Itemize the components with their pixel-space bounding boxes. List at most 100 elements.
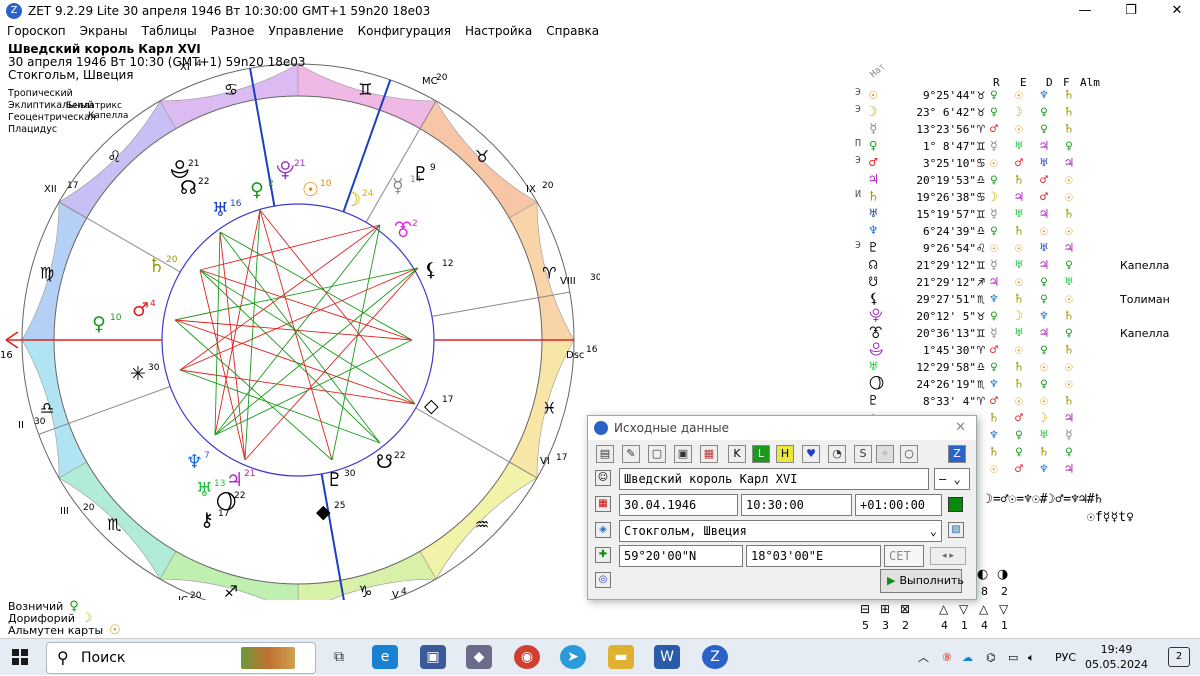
name-field[interactable]: Шведский король Карл XVI: [619, 468, 929, 490]
ruler-glyph-icon: ♅: [1015, 207, 1023, 222]
table-row[interactable]: ♅ 12°29'58" ♎ ♀ ♄ ☉ ☉: [855, 359, 1185, 376]
time-field[interactable]: 10:30:00: [741, 494, 852, 516]
table-row[interactable]: ♃ 20°19'53" ♎ ♀ ♄ ♂ ☉: [855, 172, 1185, 189]
dialog-tool-button[interactable]: ✎: [622, 445, 640, 463]
dialog-close-button[interactable]: ✕: [955, 420, 966, 435]
table-row[interactable]: ♇ 8°33' 4" ♈ ♂ ☉ ☉ ♄: [855, 393, 1185, 410]
battery-icon[interactable]: ▭: [1008, 639, 1018, 676]
settings-circle-icon[interactable]: ◎: [595, 572, 611, 588]
planet-degree: 21°29'12": [916, 276, 976, 289]
word-icon[interactable]: W: [654, 645, 680, 669]
ruler-glyph-icon: ♃: [1065, 411, 1073, 426]
maximize-button[interactable]: ❐: [1108, 0, 1154, 22]
edge-icon[interactable]: e: [372, 645, 398, 669]
person-icon[interactable]: ☺: [595, 470, 611, 486]
zodiac-sign-icon: ♉: [475, 147, 489, 166]
minimize-button[interactable]: —: [1062, 0, 1108, 22]
clock[interactable]: 19:49 05.05.2024: [1085, 642, 1148, 672]
tray-app-icon[interactable]: ⑧: [942, 639, 952, 676]
map-icon[interactable]: ▨: [948, 522, 964, 538]
table-row[interactable]: Э ☽ 23° 6'42" ♉ ♀ ☽ ♀ ♄: [855, 104, 1185, 121]
date-field[interactable]: 30.04.1946: [619, 494, 738, 516]
taskbar-search[interactable]: ⚲ Поиск: [46, 642, 316, 674]
planet-degree: 4: [150, 299, 156, 309]
color-indicator[interactable]: [948, 497, 963, 512]
table-row[interactable]: ♅ 15°19'57" ♊ ☿ ♅ ♃ ♄: [855, 206, 1185, 223]
table-row[interactable]: ⯓ 20°12' 5" ♉ ♀ ☽ ♆ ♄: [855, 308, 1185, 325]
globe-icon[interactable]: ◈: [595, 522, 611, 538]
dialog-tool-button[interactable]: K: [728, 445, 746, 463]
language-indicator[interactable]: РУС: [1055, 639, 1076, 676]
table-row[interactable]: Э ☉ 9°25'44" ♉ ♀ ☉ ♆ ♄: [855, 87, 1185, 104]
cloud-icon[interactable]: ☁: [962, 639, 973, 676]
table-row[interactable]: ⯖ 24°26'19" ♏ ♆ ♄ ♀ ☉: [855, 376, 1185, 393]
dialog-tool-button[interactable]: ▣: [674, 445, 692, 463]
spin-arrows[interactable]: ◂ ▸: [930, 547, 966, 565]
dialog-tool-button[interactable]: ▤: [596, 445, 614, 463]
place-field[interactable]: Стокгольм, Швеция ⌄: [619, 520, 942, 542]
timezone-code-field[interactable]: CET: [884, 545, 924, 567]
menu-item-1[interactable]: Экраны: [73, 22, 135, 40]
menu-item-6[interactable]: Настройка: [458, 22, 539, 40]
dialog-tool-button[interactable]: H: [776, 445, 794, 463]
planet-glyph-icon: ⯕: [170, 159, 190, 181]
chrome-icon[interactable]: ◉: [514, 645, 540, 669]
app-icon-gray[interactable]: ◆: [466, 645, 492, 669]
dialog-tool-button[interactable]: ▦: [700, 445, 718, 463]
dialog-tool-button[interactable]: S: [854, 445, 872, 463]
planet-degree: 9°26'54": [923, 242, 976, 255]
table-row[interactable]: ☿ 13°23'56" ♈ ♂ ☉ ♀ ♄: [855, 121, 1185, 138]
planet-glyph-icon: ☽: [344, 189, 361, 211]
table-row[interactable]: Э ♂ 3°25'10" ♋ ☉ ♂ ♅ ♃: [855, 155, 1185, 172]
dialog-tool-button[interactable]: ♥: [802, 445, 820, 463]
menu-item-0[interactable]: Гороскоп: [0, 22, 73, 40]
run-button[interactable]: ▶ Выполнить: [880, 569, 964, 593]
dialog-titlebar: Исходные данные: [588, 416, 976, 440]
table-row[interactable]: ⚸ 29°27'51" ♏ ♆ ♄ ♀ ☉ Толиман: [855, 291, 1185, 308]
remote-desktop-icon[interactable]: ▣: [420, 645, 446, 669]
menu-item-5[interactable]: Конфигурация: [351, 22, 458, 40]
menu-item-3[interactable]: Разное: [204, 22, 262, 40]
dialog-tool-button[interactable]: Z: [948, 445, 966, 463]
chevron-up-icon[interactable]: ︿: [918, 639, 929, 676]
longitude-field[interactable]: 18°03'00"E: [746, 545, 881, 567]
planet-degree: 9°25'44": [923, 89, 976, 102]
dialog-tool-button[interactable]: ◔: [828, 445, 846, 463]
menu-item-7[interactable]: Справка: [539, 22, 606, 40]
dialog-tool-button[interactable]: ○: [900, 445, 918, 463]
table-row[interactable]: ☊ 21°29'12" ♊ ☿ ♅ ♃ ♀ Капелла: [855, 257, 1185, 274]
planet-glyph-icon: ♅: [196, 479, 213, 501]
network-icon[interactable]: ⌬: [986, 639, 996, 676]
coordinates-icon[interactable]: ✚: [595, 547, 611, 563]
latitude-field[interactable]: 59°20'00"N: [619, 545, 743, 567]
dialog-tool-button[interactable]: ◦: [876, 445, 894, 463]
table-row[interactable]: ☋ 21°29'12" ♐ ♃ ☉ ♀ ♅: [855, 274, 1185, 291]
table-row[interactable]: ⯔ 20°36'13" ♊ ☿ ♅ ♃ ♀ Капелла: [855, 325, 1185, 342]
table-row[interactable]: ♆ 6°24'39" ♎ ♀ ♄ ☉ ☉: [855, 223, 1185, 240]
ruler-glyph-icon: ♃: [1040, 258, 1048, 273]
table-row[interactable]: И ♄ 19°26'38" ♋ ☽ ♃ ♂ ☉: [855, 189, 1185, 206]
file-explorer-icon[interactable]: ▬: [608, 645, 634, 669]
house-number: II: [18, 420, 24, 431]
start-button[interactable]: [12, 649, 28, 665]
table-row[interactable]: П ♀ 1° 8'47" ♊ ☿ ♅ ♃ ♀: [855, 138, 1185, 155]
gender-select[interactable]: — ⌄: [934, 468, 970, 490]
close-button[interactable]: ✕: [1154, 0, 1200, 22]
calendar-icon[interactable]: ▦: [595, 496, 611, 512]
task-view-icon[interactable]: ⧉: [326, 645, 352, 669]
volume-icon[interactable]: 🔈︎: [1028, 639, 1035, 676]
table-row[interactable]: Э ♇ 9°26'54" ♌ ☉ ☉ ♅ ♃: [855, 240, 1185, 257]
planet-glyph-icon: ☋: [869, 274, 878, 290]
notification-icon[interactable]: 2: [1168, 647, 1190, 667]
table-row[interactable]: ⯕ 1°45'30" ♈ ♂ ☉ ♀ ♄: [855, 342, 1185, 359]
zet-app-icon[interactable]: Z: [702, 645, 728, 669]
ruler-glyph-icon: ☉: [1015, 394, 1023, 409]
dialog-tool-button[interactable]: L: [752, 445, 770, 463]
menu-item-4[interactable]: Управление: [261, 22, 350, 40]
timezone-offset-field[interactable]: +01:00:00: [855, 494, 942, 516]
planet-glyph-icon: ⯔: [869, 325, 883, 341]
dialog-tool-button[interactable]: ▢: [648, 445, 666, 463]
ruler-glyph-icon: ♃: [1065, 462, 1073, 477]
telegram-icon[interactable]: ➤: [560, 645, 586, 669]
menu-item-2[interactable]: Таблицы: [135, 22, 204, 40]
